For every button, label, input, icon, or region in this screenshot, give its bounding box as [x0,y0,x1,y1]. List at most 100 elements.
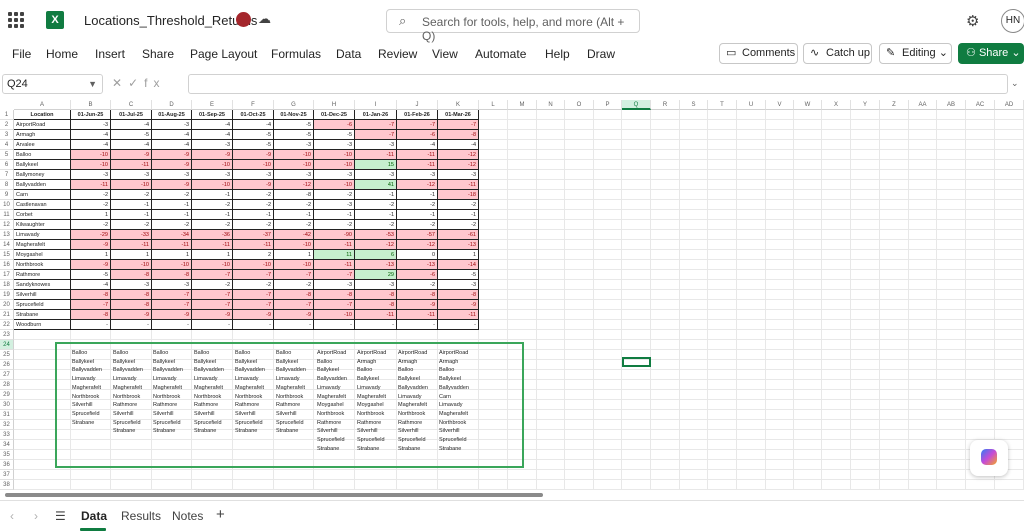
grid-cell[interactable] [822,380,851,390]
grid-cell[interactable] [737,120,766,130]
grid-cell[interactable] [508,280,537,290]
value-cell[interactable]: -3 [233,170,274,180]
grid-cell[interactable] [995,160,1024,170]
grid-cell[interactable] [880,250,909,260]
sheet-tab-notes[interactable]: Notes [172,509,203,523]
row-header-3[interactable]: 3 [0,130,14,140]
grid-cell[interactable] [708,260,737,270]
grid-cell[interactable] [708,440,737,450]
sheet-tab-results[interactable]: Results [121,509,161,523]
grid-cell[interactable] [651,230,680,240]
grid-cell[interactable] [708,310,737,320]
grid-cell[interactable] [995,430,1024,440]
grid-cell[interactable] [622,440,651,450]
grid-cell[interactable] [966,180,995,190]
grid-cell[interactable] [909,220,937,230]
grid-cell[interactable] [680,470,708,480]
value-cell[interactable]: -5 [233,130,274,140]
grid-cell[interactable] [565,120,594,130]
value-cell[interactable]: -10 [233,160,274,170]
value-cell[interactable]: -9 [233,180,274,190]
grid-cell[interactable] [355,470,397,480]
grid-cell[interactable] [708,390,737,400]
grid-cell[interactable] [822,460,851,470]
value-cell[interactable]: -7 [192,290,233,300]
grid-cell[interactable] [909,320,937,330]
grid-cell[interactable] [594,180,622,190]
grid-cell[interactable] [680,380,708,390]
grid-cell[interactable] [594,150,622,160]
grid-cell[interactable] [651,240,680,250]
grid-cell[interactable] [508,290,537,300]
grid-cell[interactable] [937,420,966,430]
grid-cell[interactable] [651,360,680,370]
grid-cell[interactable] [766,200,794,210]
value-cell[interactable]: -4 [192,130,233,140]
column-header-G[interactable]: G [274,100,314,110]
value-cell[interactable]: - [71,320,111,330]
horizontal-scrollbar[interactable] [5,492,1020,498]
value-cell[interactable]: -2 [274,220,314,230]
column-header-J[interactable]: J [397,100,438,110]
grid-cell[interactable] [822,300,851,310]
row-header-1[interactable]: 1 [0,110,14,120]
grid-cell[interactable] [708,320,737,330]
value-cell[interactable]: -9 [233,310,274,320]
grid-cell[interactable] [594,370,622,380]
grid-cell[interactable] [651,430,680,440]
column-header-V[interactable]: V [766,100,794,110]
grid-cell[interactable] [479,210,508,220]
grid-cell[interactable] [794,450,822,460]
grid-cell[interactable] [622,160,651,170]
grid-cell[interactable] [909,260,937,270]
grid-cell[interactable] [508,310,537,320]
grid-cell[interactable] [537,430,565,440]
grid-cell[interactable] [680,300,708,310]
grid-cell[interactable] [766,180,794,190]
column-header-U[interactable]: U [737,100,766,110]
grid-cell[interactable] [966,250,995,260]
grid-cell[interactable] [909,120,937,130]
grid-cell[interactable] [594,290,622,300]
grid-cell[interactable] [565,320,594,330]
grid-cell[interactable] [594,280,622,290]
grid-cell[interactable] [708,170,737,180]
grid-cell[interactable] [111,480,152,490]
grid-cell[interactable] [766,350,794,360]
grid-cell[interactable] [880,300,909,310]
grid-cell[interactable] [651,190,680,200]
column-header-I[interactable]: I [355,100,397,110]
grid-cell[interactable] [966,330,995,340]
value-cell[interactable]: -9 [274,310,314,320]
menu-file[interactable]: File [12,47,31,61]
grid-cell[interactable] [937,390,966,400]
grid-cell[interactable] [909,430,937,440]
grid-cell[interactable] [651,350,680,360]
grid-cell[interactable] [508,330,537,340]
grid-cell[interactable] [880,280,909,290]
grid-cell[interactable] [537,200,565,210]
value-cell[interactable]: -10 [274,260,314,270]
grid-cell[interactable] [851,270,880,280]
value-cell[interactable]: -10 [111,180,152,190]
grid-cell[interactable] [995,340,1024,350]
grid-cell[interactable] [537,230,565,240]
grid-cell[interactable] [737,210,766,220]
value-cell[interactable]: -11 [111,160,152,170]
grid-cell[interactable] [397,470,438,480]
value-cell[interactable]: -53 [355,230,397,240]
grid-cell[interactable] [651,460,680,470]
value-cell[interactable]: -3 [355,140,397,150]
row-header-14[interactable]: 14 [0,240,14,250]
grid-cell[interactable] [794,440,822,450]
value-cell[interactable]: -3 [274,140,314,150]
grid-cell[interactable] [537,460,565,470]
grid-cell[interactable] [909,420,937,430]
grid-cell[interactable] [708,300,737,310]
grid-cell[interactable] [737,380,766,390]
value-cell[interactable]: 41 [355,180,397,190]
grid-cell[interactable] [909,130,937,140]
value-cell[interactable]: -11 [438,310,479,320]
grid-cell[interactable] [766,330,794,340]
grid-cell[interactable] [594,380,622,390]
